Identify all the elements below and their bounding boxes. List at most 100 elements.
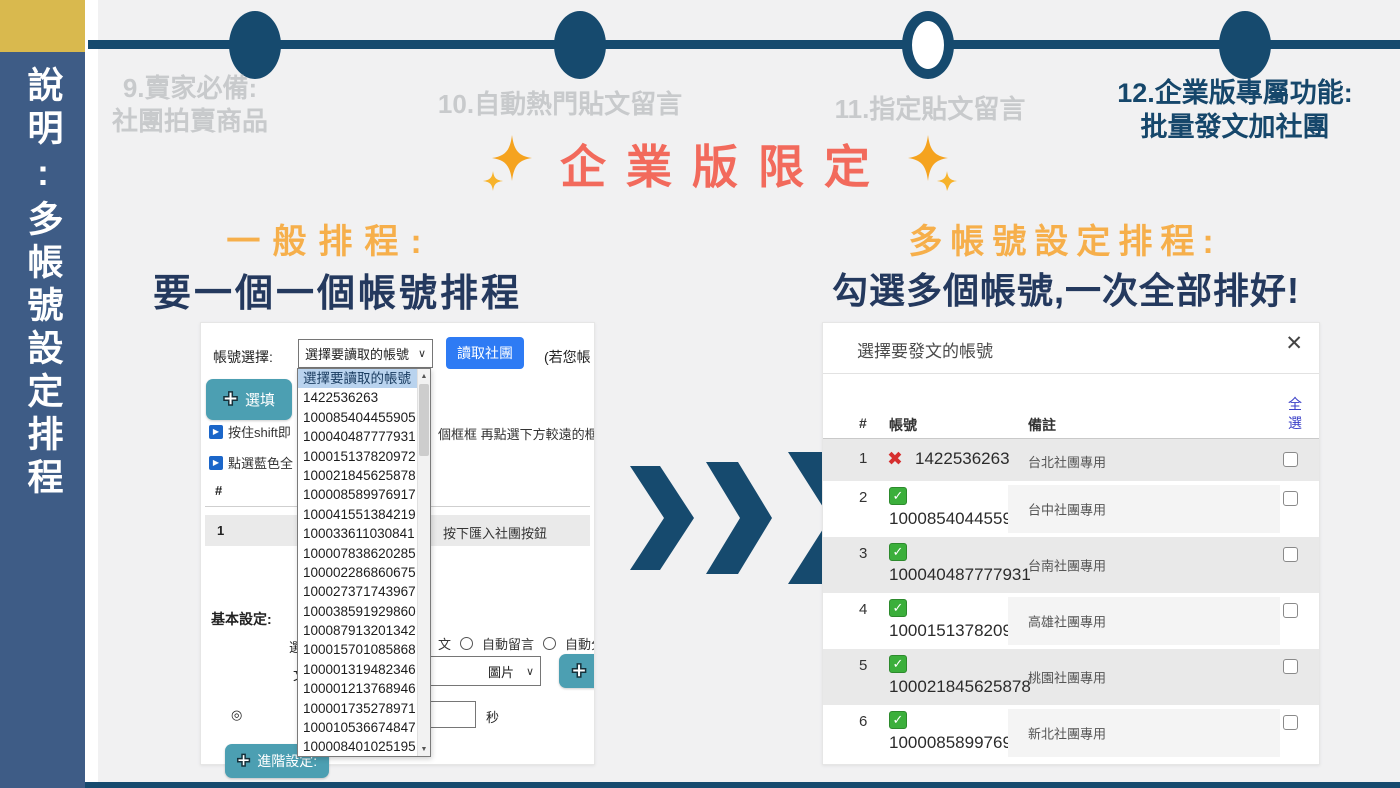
col-header-account: 帳號 — [889, 415, 917, 435]
row-checkbox[interactable] — [1283, 715, 1298, 730]
dropdown-scrollbar[interactable]: ▲ ▼ — [417, 369, 430, 756]
row-number: 4 — [859, 601, 867, 618]
radio-auto-comment-label: 自動留言 — [482, 634, 534, 653]
step12-line1: 12.企業版專屬功能: — [1075, 76, 1395, 110]
step9-line1: 9.賣家必備: — [95, 72, 285, 105]
step11-line1: 11.指定貼文留言 — [790, 93, 1070, 126]
left-subheading: 要一個一個帳號排程 — [150, 262, 525, 317]
timeline-line — [88, 40, 1400, 49]
row-number: 2 — [859, 489, 867, 506]
plus-icon: ✚ — [571, 661, 586, 682]
dropdown-option[interactable]: 100008589976917 — [298, 485, 417, 504]
row-checkbox[interactable] — [1283, 452, 1298, 467]
play-icon: ▶ — [209, 456, 223, 470]
dropdown-option[interactable]: 100021845625878 — [298, 466, 417, 485]
row-checkbox[interactable] — [1283, 659, 1298, 674]
check-icon: ✓ — [889, 543, 907, 561]
account-note: 台南社團專用 — [1028, 556, 1106, 575]
slide: 說明:多帳號設定排程 9.賣家必備: 社團拍賣商品 10.自動熱門貼文留言 11… — [0, 0, 1400, 788]
modal-divider — [823, 373, 1319, 374]
add-button-clipped[interactable]: ✚ — [559, 654, 595, 688]
account-id: 100021845625878 — [889, 677, 1031, 697]
dropdown-option[interactable]: 100015701085868 — [298, 640, 417, 659]
row-number: 6 — [859, 713, 867, 730]
dropdown-option[interactable]: 100040487777931 — [298, 427, 417, 446]
play-icon: ▶ — [209, 425, 223, 439]
account-picker-modal: 選擇要發文的帳號 ✕ # 帳號 備註 全選 1✖1422536263台北社團專用… — [822, 322, 1320, 765]
media-type-select[interactable]: 圖片 ∨ — [421, 656, 541, 686]
tip-shift-continued: 個框框 再點選下方較遠的框框 見 — [438, 424, 595, 443]
dropdown-option[interactable]: 100001213768946 — [298, 679, 417, 698]
timeline-step-11: 11.指定貼文留言 — [790, 93, 1070, 126]
check-icon: ✓ — [889, 487, 907, 505]
cut-note-text: (若您帳 — [544, 347, 591, 367]
dropdown-option[interactable]: 1422536263 — [298, 388, 417, 407]
radio-auto-comment[interactable] — [460, 637, 473, 650]
account-note: 高雄社團專用 — [1028, 612, 1106, 631]
row-checkbox[interactable] — [1283, 603, 1298, 618]
timeline-dot-step10 — [554, 11, 606, 79]
scrollbar-thumb[interactable] — [419, 384, 429, 456]
dropdown-option[interactable]: 100038591929860 — [298, 602, 417, 621]
error-x-icon: ✖ — [887, 448, 903, 471]
dropdown-options: 選擇要讀取的帳號14225362631000854044559051000404… — [298, 369, 417, 756]
dropdown-option[interactable]: 100008401025195 — [298, 737, 417, 756]
fill-button-label: 選填 — [245, 389, 275, 410]
account-row: 3✓100040487777931台南社團專用 — [823, 537, 1319, 593]
account-row: 6✓100008589976917新北社團專用 — [823, 705, 1319, 761]
account-id: 1422536263 — [915, 449, 1010, 469]
post-fragment: 文 — [438, 634, 451, 653]
dropdown-option[interactable]: 100015137820972 — [298, 447, 417, 466]
scroll-up-icon[interactable]: ▲ — [418, 369, 430, 383]
step9-line2: 社團拍賣商品 — [95, 105, 285, 138]
account-table: 1✖1422536263台北社團專用2✓100085404455905台中社團專… — [823, 439, 1319, 761]
gold-corner-square — [0, 0, 85, 52]
check-icon: ✓ — [889, 655, 907, 673]
sidebar: 說明:多帳號設定排程 — [0, 52, 85, 788]
right-subheading: 勾選多個帳號,一次全部排好! — [788, 262, 1344, 314]
dropdown-option[interactable]: 100033611030841 — [298, 524, 417, 543]
radio-auto-share[interactable] — [543, 637, 556, 650]
account-row: 1✖1422536263台北社團專用 — [823, 439, 1319, 481]
row-number: 5 — [859, 657, 867, 674]
account-note: 台中社團專用 — [1028, 500, 1106, 519]
optional-fill-button[interactable]: ✚ 選填 — [206, 379, 292, 420]
tip-blue: ▶ 點選藍色全 — [209, 453, 293, 472]
radio-auto-share-label: 自動分享( — [565, 634, 595, 653]
row-checkbox[interactable] — [1283, 491, 1298, 506]
tip-blue-text: 點選藍色全 — [228, 453, 293, 472]
row-number: 1 — [859, 450, 867, 467]
dropdown-option[interactable]: 100087913201342 — [298, 621, 417, 640]
dropdown-option[interactable]: 100027371743967 — [298, 582, 417, 601]
dropdown-option[interactable]: 100001319482346 — [298, 660, 417, 679]
timeline-dot-step11 — [902, 11, 954, 79]
dropdown-option[interactable]: 100002286860675 — [298, 563, 417, 582]
account-note: 新北社團專用 — [1028, 724, 1106, 743]
dropdown-option[interactable]: 100041551384219 — [298, 505, 417, 524]
timeline-dot-step12 — [1219, 11, 1271, 79]
account-select-label: 帳號選擇: — [213, 347, 273, 367]
seconds-unit: 秒 — [486, 707, 499, 726]
account-select[interactable]: 選擇要讀取的帳號 ∨ — [298, 339, 433, 368]
check-icon: ✓ — [889, 711, 907, 729]
scroll-down-icon[interactable]: ▼ — [418, 742, 430, 756]
dropdown-option[interactable]: 100001735278971 — [298, 699, 417, 718]
dropdown-option[interactable]: 100010536674847 — [298, 718, 417, 737]
dropdown-option[interactable]: 100085404455905 — [298, 408, 417, 427]
plus-icon: ✚ — [223, 389, 238, 410]
bottom-accent-bar — [85, 782, 1400, 788]
chevron-down-icon: ∨ — [526, 665, 534, 678]
account-row: 4✓100015137820972高雄社團專用 — [823, 593, 1319, 649]
col-header-hash: # — [859, 415, 867, 431]
group-row-hint: 按下匯入社團按鈕 — [443, 523, 547, 542]
step12-line2: 批量發文加社團 — [1075, 110, 1395, 144]
read-groups-button[interactable]: 讀取社團 — [446, 337, 524, 369]
row-checkbox[interactable] — [1283, 547, 1298, 562]
dropdown-option[interactable]: 100007838620285 — [298, 544, 417, 563]
media-select-value: 圖片 — [488, 662, 514, 681]
select-all-link[interactable]: 全選 — [1285, 395, 1305, 433]
close-icon[interactable]: ✕ — [1285, 331, 1303, 356]
timeline-step-9: 9.賣家必備: 社團拍賣商品 — [95, 72, 285, 138]
dropdown-option[interactable]: 選擇要讀取的帳號 — [298, 369, 417, 388]
account-id: 100040487777931 — [889, 565, 1031, 585]
